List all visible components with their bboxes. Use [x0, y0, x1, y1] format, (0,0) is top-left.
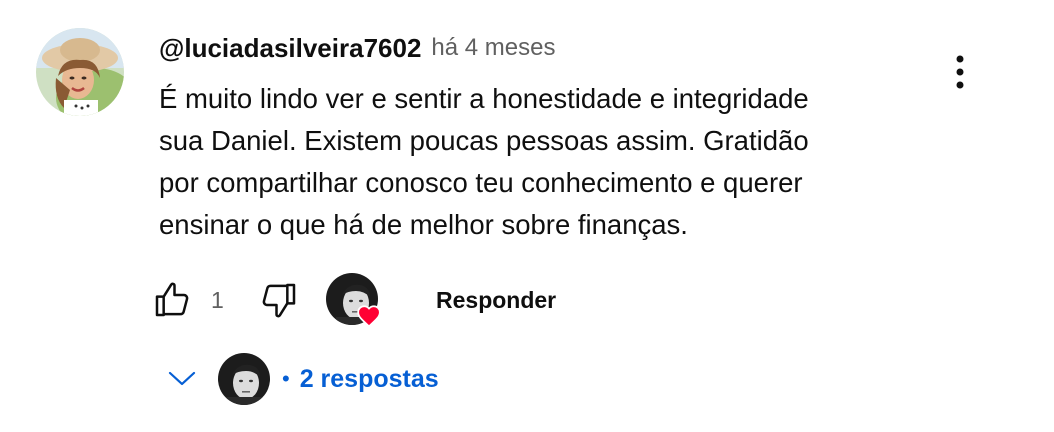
- replier-avatar: [218, 353, 270, 405]
- author-avatar-image: [36, 28, 124, 116]
- comment-header: @luciadasilveira7602 há 4 meses: [159, 30, 556, 66]
- comment-text: É muito lindo ver e sentir a honestidade…: [159, 78, 919, 246]
- comment-time[interactable]: há 4 meses: [431, 34, 555, 62]
- thumb-up-icon: [155, 282, 189, 317]
- comment-text-line: por compartilhar conosco teu conheciment…: [159, 167, 803, 198]
- replies-count-label: 2 respostas: [299, 364, 439, 393]
- replier-avatar-image: [218, 353, 270, 405]
- author-avatar[interactable]: [36, 28, 124, 116]
- creator-heart: [326, 273, 382, 329]
- comment-text-line: ensinar o que há de melhor sobre finança…: [159, 209, 688, 240]
- dislike-button[interactable]: [257, 278, 301, 322]
- author-name[interactable]: @luciadasilveira7602: [159, 33, 421, 64]
- heart-icon: [357, 305, 381, 328]
- action-menu-button[interactable]: [938, 50, 982, 94]
- view-replies-button[interactable]: • 2 respostas: [160, 350, 439, 408]
- separator-dot: •: [282, 366, 290, 391]
- like-count: 1: [211, 287, 224, 313]
- more-vert-icon: [956, 55, 964, 89]
- thumb-down-icon: [262, 283, 296, 318]
- chevron-down-icon: [160, 357, 204, 401]
- comment-thread: @luciadasilveira7602 há 4 meses É muito …: [0, 0, 1054, 432]
- reply-button[interactable]: Responder: [418, 280, 574, 320]
- comment-text-line: É muito lindo ver e sentir a honestidade…: [159, 83, 809, 114]
- like-button[interactable]: [150, 278, 194, 322]
- comment-text-line: sua Daniel. Existem poucas pessoas assim…: [159, 125, 809, 156]
